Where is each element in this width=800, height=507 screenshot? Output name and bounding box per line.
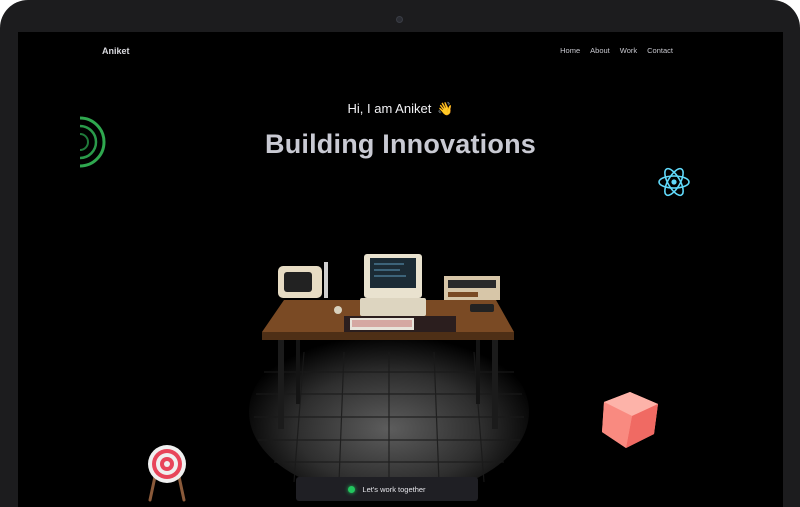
- nav-link-home[interactable]: Home: [560, 46, 580, 55]
- status-dot-icon: [348, 485, 356, 493]
- nav-link-about[interactable]: About: [590, 46, 610, 55]
- cube-icon: [602, 392, 658, 448]
- ring-icon: [79, 116, 106, 168]
- laptop-frame: Aniket Home About Work Contact Hi, I am …: [0, 0, 800, 507]
- nav-link-work[interactable]: Work: [620, 46, 637, 55]
- cta-label: Let's work together: [362, 484, 426, 494]
- wave-hand-icon: 👋: [437, 101, 454, 116]
- main-nav: Home About Work Contact: [560, 46, 673, 55]
- nav-link-contact[interactable]: Contact: [647, 46, 673, 55]
- react-icon: [658, 167, 690, 197]
- lets-work-together-button[interactable]: Let's work together: [296, 477, 478, 501]
- hero-greeting: Hi, I am Aniket 👋: [18, 101, 783, 117]
- site-logo[interactable]: Aniket: [102, 46, 130, 56]
- website-viewport: Aniket Home About Work Contact Hi, I am …: [18, 32, 783, 507]
- target-icon: [148, 445, 186, 502]
- greeting-text: Hi, I am Aniket: [347, 101, 432, 116]
- camera-icon: [396, 16, 403, 23]
- hero-headline: Building Innovations: [265, 129, 536, 159]
- desk-setup-illustration: [249, 254, 529, 482]
